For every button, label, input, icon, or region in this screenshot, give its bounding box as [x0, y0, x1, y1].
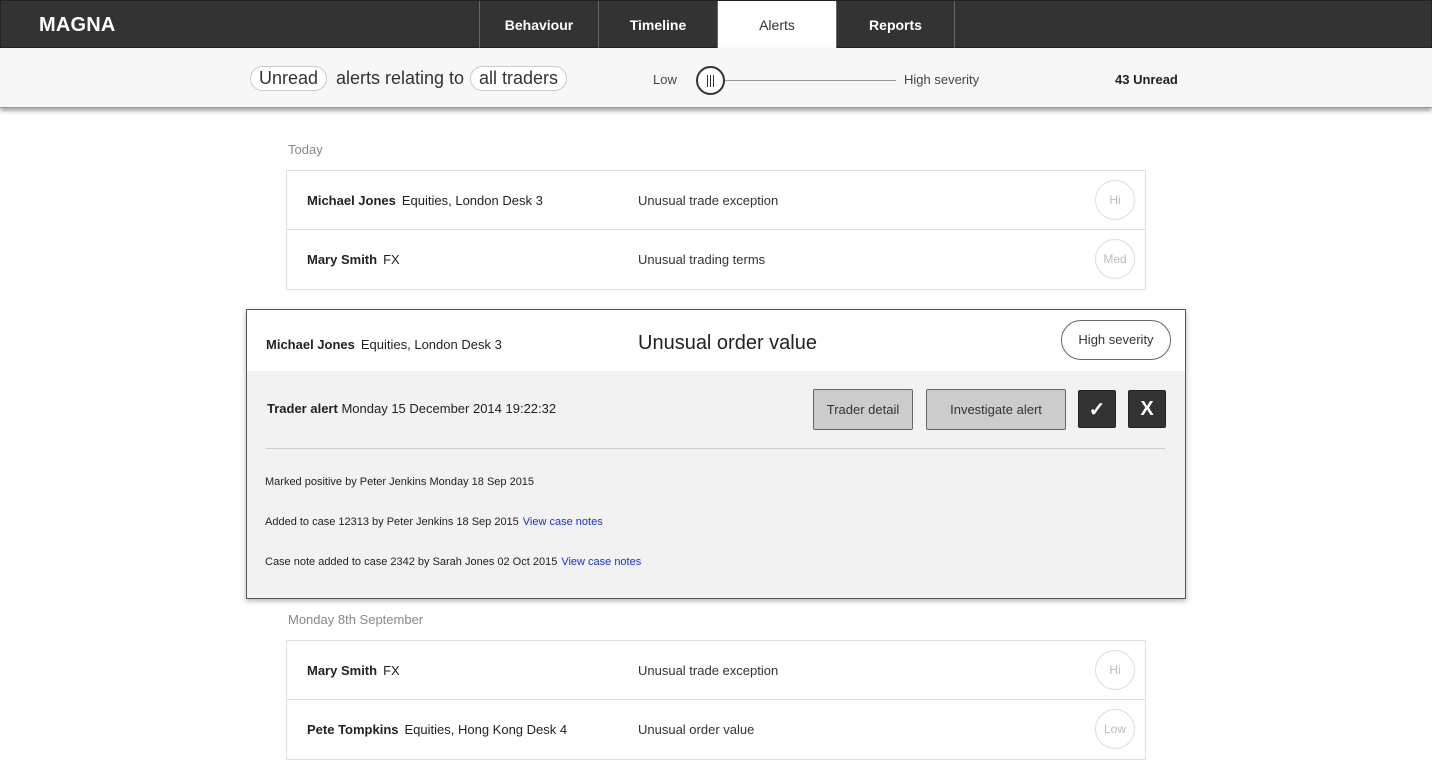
- alert-row[interactable]: Mary Smith FX Unusual trade exception Hi: [287, 641, 1145, 700]
- alert-row[interactable]: Mary Smith FX Unusual trading terms Med: [287, 230, 1145, 289]
- severity-badge: Hi: [1095, 650, 1135, 690]
- tab-behaviour[interactable]: Behaviour: [479, 1, 598, 49]
- filter-bar: Unread alerts relating to all traders Lo…: [0, 48, 1432, 108]
- alert-label: Trader alert: [267, 401, 338, 416]
- history-item: Marked positive by Peter Jenkins Monday …: [265, 476, 535, 488]
- severity-badge: Hi: [1095, 180, 1135, 220]
- trader-desk: FX: [383, 663, 400, 678]
- alert-list-today: Michael Jones Equities, London Desk 3 Unu…: [286, 170, 1146, 290]
- alert-row[interactable]: Michael Jones Equities, London Desk 3 Unu…: [287, 171, 1145, 230]
- grip-icon: [707, 74, 708, 87]
- trader-name: Michael Jones: [266, 337, 355, 352]
- top-navbar: MAGNA Behaviour Timeline Alerts Reports: [0, 0, 1432, 49]
- expanded-alert-body: Trader alert Monday 15 December 2014 19:…: [247, 371, 1185, 598]
- expanded-alert-header[interactable]: Michael Jones Equities, London Desk 3 Unu…: [247, 310, 1185, 371]
- trader-desk: FX: [383, 252, 400, 267]
- view-case-notes-link[interactable]: View case notes: [523, 516, 603, 528]
- severity-pill: High severity: [1061, 320, 1171, 360]
- trader-desk: Equities, London Desk 3: [401, 193, 543, 208]
- alert-datetime: Monday 15 December 2014 19:22:32: [341, 401, 557, 416]
- divider: [266, 448, 1165, 449]
- filter-relating-text: alerts relating to: [336, 68, 465, 88]
- group-label-monday: Monday 8th September: [288, 612, 424, 627]
- trader-name: Michael Jones: [307, 193, 396, 208]
- expanded-alert-card: Michael Jones Equities, London Desk 3 Unu…: [246, 309, 1186, 599]
- tab-reports[interactable]: Reports: [836, 1, 955, 49]
- severity-badge: Low: [1095, 709, 1135, 749]
- history-item: Added to case 12313 by Peter Jenkins 18 …: [265, 516, 603, 528]
- view-case-notes-link[interactable]: View case notes: [561, 556, 641, 568]
- trader-name: Mary Smith: [307, 663, 378, 678]
- accept-button[interactable]: ✓: [1078, 390, 1116, 428]
- close-icon: X: [1140, 397, 1154, 420]
- app-logo[interactable]: MAGNA: [39, 14, 116, 37]
- severity-slider-handle[interactable]: [696, 66, 725, 95]
- alert-type: Unusual trading terms: [638, 252, 766, 267]
- alert-type: Unusual order value: [638, 722, 755, 737]
- status-filter-pill[interactable]: Unread: [250, 66, 328, 91]
- traders-filter-pill[interactable]: all traders: [470, 66, 568, 91]
- alert-title: Unusual order value: [638, 332, 817, 354]
- tab-alerts[interactable]: Alerts: [717, 1, 836, 49]
- trader-detail-button[interactable]: Trader detail: [813, 389, 913, 430]
- trader-name: Pete Tompkins: [307, 722, 399, 737]
- trader-desk: Equities, Hong Kong Desk 4: [404, 722, 568, 737]
- trader-desk: Equities, London Desk 3: [360, 337, 502, 352]
- alert-row[interactable]: Pete Tompkins Equities, Hong Kong Desk 4 …: [287, 700, 1145, 759]
- severity-badge: Med: [1095, 239, 1135, 279]
- alert-list-monday: Mary Smith FX Unusual trade exception Hi …: [286, 640, 1146, 760]
- alert-meta: Trader alert Monday 15 December 2014 19:…: [267, 401, 556, 416]
- alert-type: Unusual trade exception: [638, 193, 779, 208]
- alert-type: Unusual trade exception: [638, 663, 779, 678]
- unread-count: 43 Unread: [1115, 72, 1178, 87]
- reject-button[interactable]: X: [1128, 390, 1166, 428]
- checkmark-icon: ✓: [1088, 398, 1106, 421]
- main-nav: Behaviour Timeline Alerts Reports: [479, 1, 955, 49]
- trader-name: Mary Smith: [307, 252, 378, 267]
- history-item: Case note added to case 2342 by Sarah Jo…: [265, 556, 642, 568]
- severity-low-label: Low: [653, 72, 677, 87]
- group-label-today: Today: [288, 142, 323, 157]
- severity-high-label: High severity: [904, 72, 980, 87]
- severity-slider-track[interactable]: [724, 80, 896, 81]
- tab-timeline[interactable]: Timeline: [598, 1, 717, 49]
- investigate-alert-button[interactable]: Investigate alert: [926, 389, 1066, 430]
